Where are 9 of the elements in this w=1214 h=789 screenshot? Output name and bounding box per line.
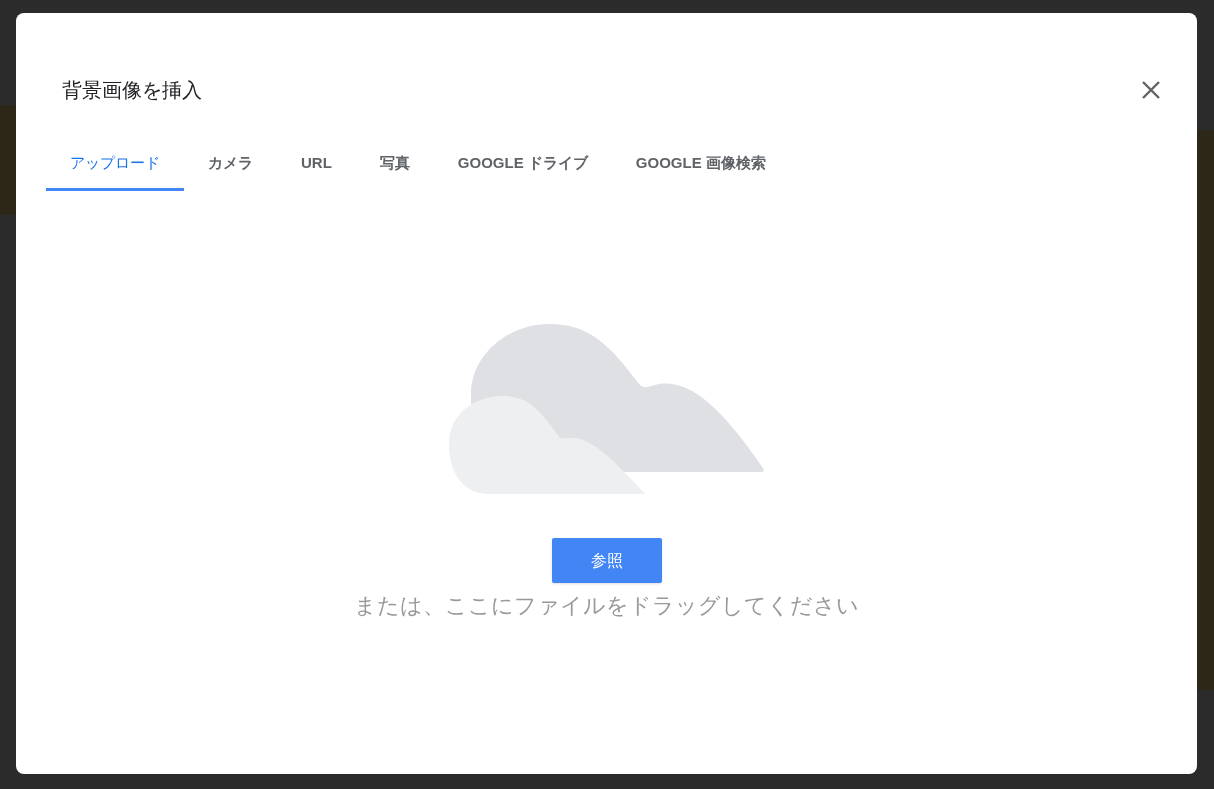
- browse-button[interactable]: 参照: [551, 538, 662, 583]
- tab[interactable]: アップロード: [46, 139, 184, 191]
- dialog-title: 背景画像を挿入: [62, 78, 202, 103]
- tab[interactable]: GOOGLE ドライブ: [433, 139, 612, 191]
- tab[interactable]: カメラ: [184, 139, 277, 191]
- tab[interactable]: 写真: [355, 139, 434, 191]
- tab[interactable]: GOOGLE 画像検索: [611, 139, 790, 191]
- tab[interactable]: URL: [277, 139, 356, 191]
- drop-hint: または、ここにファイルをドラッグしてください: [354, 592, 859, 620]
